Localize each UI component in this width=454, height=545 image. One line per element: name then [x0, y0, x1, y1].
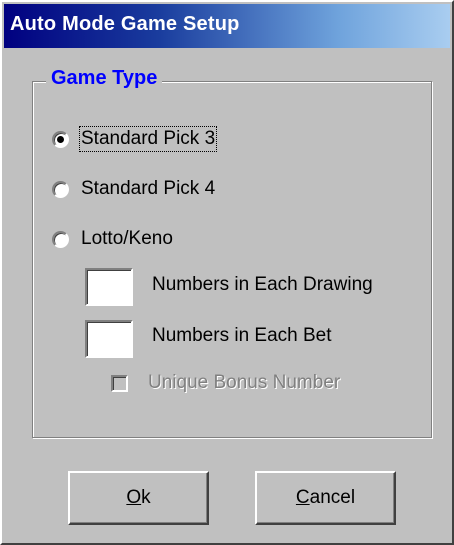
radio-lotto-keno[interactable]: Lotto/Keno	[52, 225, 173, 253]
ok-button[interactable]: Ok	[68, 471, 209, 525]
radio-button-icon[interactable]	[52, 230, 69, 248]
numbers-in-drawing-label: Numbers in Each Drawing	[152, 274, 373, 295]
radio-label-standard-pick-4: Standard Pick 4	[81, 178, 216, 199]
radio-button-icon[interactable]	[52, 130, 69, 148]
window-title: Auto Mode Game Setup	[10, 13, 240, 35]
cancel-button-label: Cancel	[295, 487, 356, 508]
radio-button-icon[interactable]	[52, 180, 69, 198]
radio-standard-pick-4[interactable]: Standard Pick 4	[52, 175, 215, 203]
radio-label-standard-pick-3: Standard Pick 3	[78, 126, 218, 152]
numbers-in-bet-label: Numbers in Each Bet	[152, 325, 332, 346]
title-bar[interactable]: Auto Mode Game Setup	[4, 4, 450, 48]
radio-standard-pick-3[interactable]: Standard Pick 3	[52, 125, 218, 153]
radio-label-lotto-keno: Lotto/Keno	[81, 228, 173, 249]
game-type-legend: Game Type	[46, 67, 163, 90]
cancel-button[interactable]: Cancel	[255, 471, 396, 525]
unique-bonus-label: Unique Bonus Number	[148, 372, 341, 393]
ok-button-label: Ok	[126, 487, 151, 508]
numbers-in-drawing-input[interactable]	[85, 268, 133, 306]
unique-bonus-checkbox[interactable]	[111, 375, 128, 392]
numbers-in-bet-input[interactable]	[85, 320, 133, 358]
dialog-window: Auto Mode Game Setup Game Type Standard …	[0, 0, 454, 545]
